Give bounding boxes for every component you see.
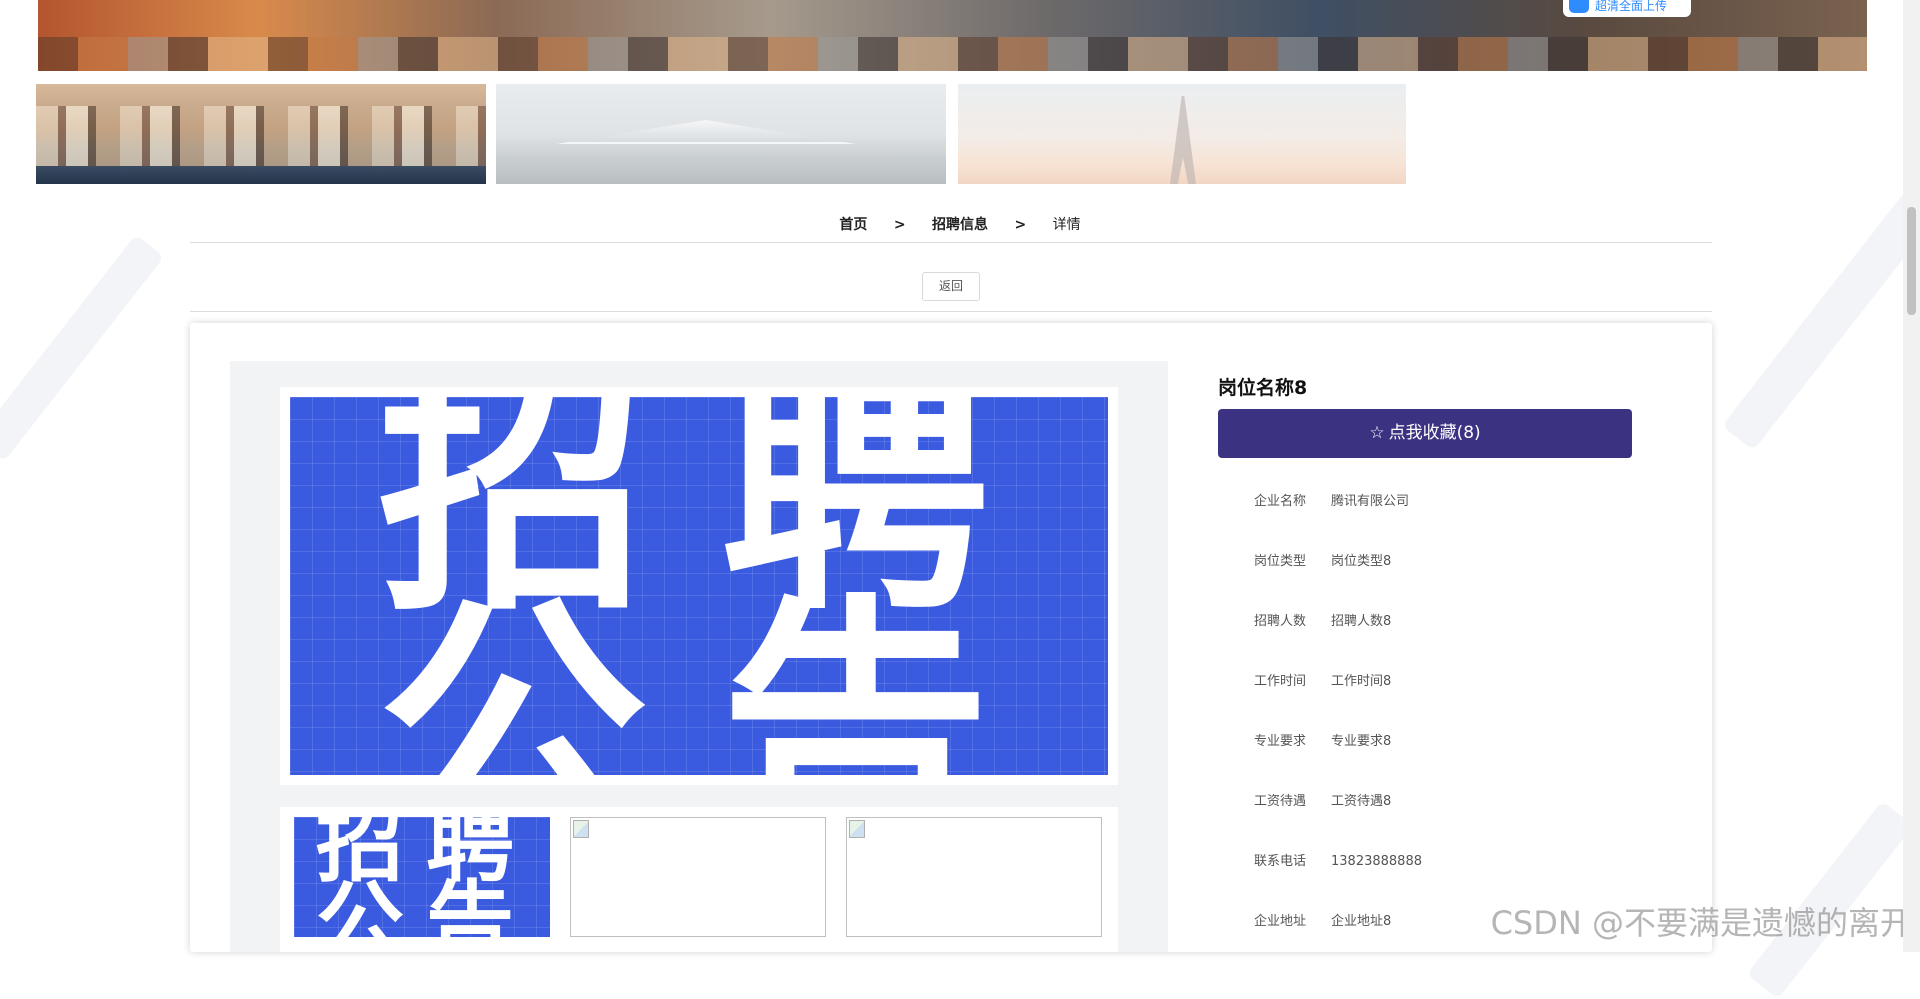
breadcrumb-home[interactable]: 首页 — [839, 214, 867, 234]
hero-city-roofs — [38, 37, 1867, 71]
page-scrollbar[interactable] — [1903, 0, 1920, 952]
breadcrumb-recruitment[interactable]: 招聘信息 — [932, 214, 988, 234]
info-label: 联系电话 — [1254, 854, 1307, 869]
gallery-thumbnail-strip: 招 聘 公 告 — [280, 807, 1118, 952]
info-value: 13823888888 — [1331, 854, 1422, 869]
info-label: 专业要求 — [1254, 734, 1307, 749]
info-row-work-time: 工作时间 工作时间8 — [1254, 670, 1391, 689]
info-label: 岗位类型 — [1254, 554, 1307, 569]
info-value: 专业要求8 — [1331, 734, 1392, 749]
scrollbar-thumb[interactable] — [1907, 207, 1916, 315]
thumbnail-buildings — [36, 106, 486, 166]
info-row-major: 专业要求 专业要求8 — [1254, 730, 1391, 749]
info-value: 招聘人数8 — [1331, 614, 1392, 629]
info-label: 工资待遇 — [1254, 794, 1307, 809]
gallery-thumbnail-2[interactable] — [570, 817, 826, 937]
divider — [190, 311, 1712, 312]
image-gallery: 招 聘 公 告 招 聘 公 告 — [230, 361, 1168, 952]
poster-char: 公 — [316, 871, 405, 938]
info-row-company: 企业名称 腾讯有限公司 — [1254, 490, 1409, 509]
back-button[interactable]: 返回 — [922, 272, 980, 301]
background-decoration — [0, 234, 165, 462]
carousel-thumbnail-tower[interactable] — [958, 84, 1406, 184]
watermark: CSDN @不要满是遗憾的离开 — [1490, 904, 1912, 942]
hero-upload-button[interactable]: 超清全面上传 — [1563, 0, 1691, 17]
info-row-phone: 联系电话 13823888888 — [1254, 850, 1422, 869]
gallery-thumbnail-3[interactable] — [846, 817, 1102, 937]
breadcrumb: 首页 > 招聘信息 > 详情 — [0, 214, 1920, 234]
detail-card: 招 聘 公 告 招 聘 公 告 岗位名称8 ☆ 点我收藏(8) 企业名称 腾讯有… — [190, 323, 1712, 952]
upload-icon — [1569, 0, 1589, 13]
info-label: 企业地址 — [1254, 914, 1307, 929]
info-row-address: 企业地址 企业地址8 — [1254, 910, 1391, 929]
info-label: 企业名称 — [1254, 494, 1307, 509]
hero-banner: 超清全面上传 — [38, 0, 1867, 71]
info-value: 岗位类型8 — [1331, 554, 1392, 569]
breadcrumb-separator: > — [893, 217, 906, 233]
info-label: 招聘人数 — [1254, 614, 1307, 629]
poster-char: 公 — [378, 572, 648, 776]
info-row-salary: 工资待遇 工资待遇8 — [1254, 790, 1391, 809]
broken-image-icon — [849, 820, 865, 838]
main-poster-image[interactable]: 招 聘 公 告 — [290, 397, 1108, 775]
thumbnail-tower-shape — [1170, 96, 1196, 184]
info-value: 工资待遇8 — [1331, 794, 1392, 809]
info-value: 企业地址8 — [1331, 914, 1392, 929]
info-row-job-type: 岗位类型 岗位类型8 — [1254, 550, 1391, 569]
broken-image-icon — [573, 820, 589, 838]
hero-upload-label: 超清全面上传 — [1595, 0, 1668, 13]
poster-char: 告 — [426, 871, 515, 938]
divider — [190, 242, 1712, 243]
poster-char: 告 — [720, 572, 990, 776]
breadcrumb-separator: > — [1014, 217, 1027, 233]
info-row-headcount: 招聘人数 招聘人数8 — [1254, 610, 1391, 629]
info-value: 腾讯有限公司 — [1331, 494, 1410, 509]
gallery-thumbnail-1[interactable]: 招 聘 公 告 — [294, 817, 550, 937]
info-label: 工作时间 — [1254, 674, 1307, 689]
carousel-thumbnail-city[interactable] — [36, 84, 486, 184]
breadcrumb-current: 详情 — [1052, 217, 1081, 233]
star-outline-icon: ☆ — [1369, 423, 1385, 443]
favorite-button[interactable]: ☆ 点我收藏(8) — [1218, 409, 1632, 458]
info-value: 工作时间8 — [1331, 674, 1392, 689]
carousel-thumbnail-roof[interactable] — [496, 84, 946, 184]
main-image-frame: 招 聘 公 告 — [280, 387, 1118, 785]
favorite-button-label: 点我收藏(8) — [1388, 423, 1481, 443]
job-title: 岗位名称8 — [1218, 377, 1308, 399]
thumbnail-roof-shape — [556, 120, 856, 144]
